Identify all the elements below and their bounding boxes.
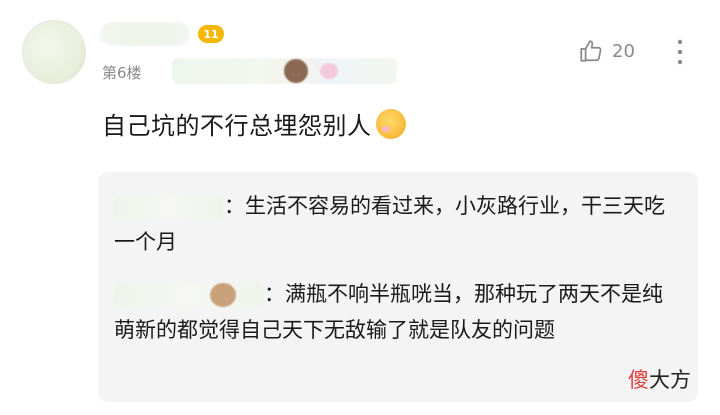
watermark: 傻大方 bbox=[628, 364, 691, 394]
watermark-text: 大方 bbox=[649, 368, 691, 392]
floor-label: 第6楼 bbox=[102, 64, 142, 82]
more-vertical-icon[interactable] bbox=[670, 36, 690, 68]
comment-text: 自己坑的不行总埋怨别人 bbox=[102, 106, 406, 141]
username-blurred[interactable] bbox=[100, 22, 190, 46]
reply-item[interactable]: ：满瓶不响半瓶咣当，那种玩了两天不是纯萌新的都觉得自己天下无敌输了就是队友的问题 bbox=[114, 276, 674, 348]
user-sticker-decoration bbox=[172, 58, 397, 84]
reply-item[interactable]: ：生活不容易的看过来，小灰路行业，干三天吃一个月 bbox=[114, 188, 674, 260]
like-count: 20 bbox=[612, 40, 635, 62]
avatar[interactable] bbox=[22, 20, 86, 84]
reply-username-blurred[interactable] bbox=[114, 282, 264, 308]
bear-sticker-icon bbox=[284, 59, 308, 83]
like-button[interactable]: 20 bbox=[578, 38, 635, 64]
level-badge: 11 bbox=[198, 25, 224, 43]
watermark-char: 傻 bbox=[628, 368, 649, 392]
thumbs-up-icon bbox=[580, 40, 602, 62]
angry-face-emoji-icon bbox=[375, 108, 406, 139]
comment-body: 自己坑的不行总埋怨别人 bbox=[102, 112, 372, 140]
bunny-sticker-icon bbox=[320, 63, 338, 79]
reply-username-blurred[interactable] bbox=[114, 194, 224, 220]
